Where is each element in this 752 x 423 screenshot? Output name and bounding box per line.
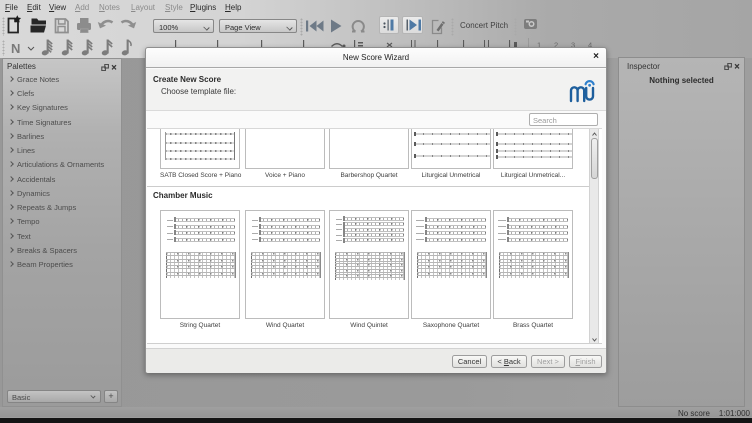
svg-text:N: N: [11, 41, 20, 56]
